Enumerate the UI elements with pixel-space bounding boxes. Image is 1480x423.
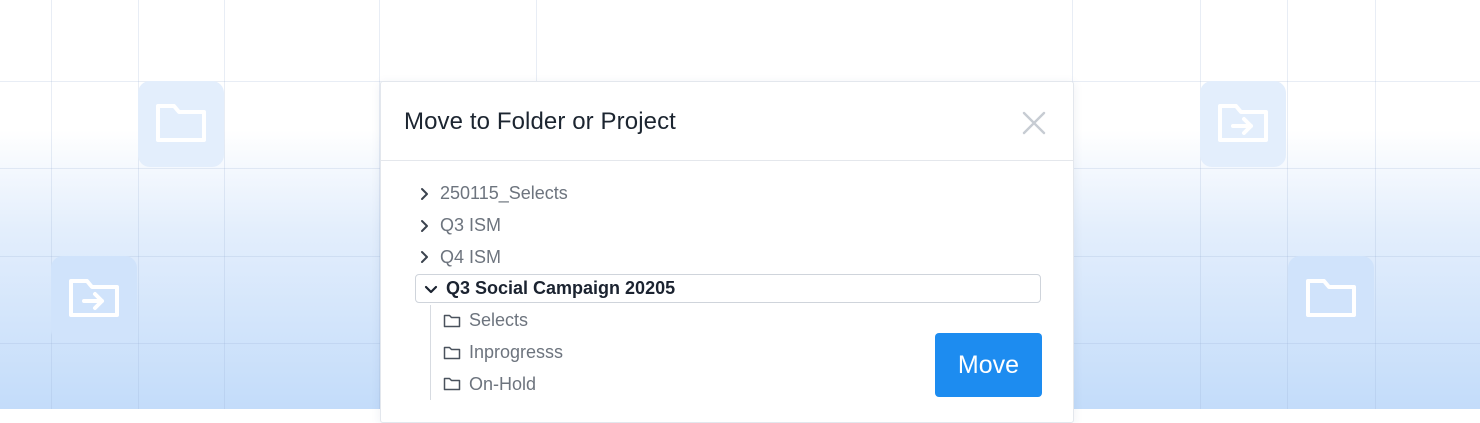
child-folder-item[interactable]: Selects	[443, 305, 1041, 337]
dialog-header: Move to Folder or Project	[381, 82, 1073, 161]
child-folder-label: Selects	[469, 310, 529, 331]
chevron-down-icon[interactable]	[422, 284, 440, 294]
folder-move-icon	[1215, 98, 1271, 151]
decor-folder-tile	[138, 81, 224, 167]
child-folder-label: On-Hold	[469, 373, 537, 394]
folder-icon	[153, 98, 209, 151]
move-dialog: Move to Folder or Project 250115_Selects…	[380, 81, 1074, 423]
tree-item[interactable]: Q3 ISM	[415, 210, 1041, 242]
tree-item-selected[interactable]: Q3 Social Campaign 20205	[415, 274, 1041, 304]
decor-folder-tile	[1288, 256, 1374, 342]
tree-item-label: Q3 Social Campaign 20205	[446, 278, 676, 299]
decor-folder-move-tile	[1200, 81, 1286, 167]
tree-item-label: 250115_Selects	[440, 183, 568, 204]
folder-icon	[443, 345, 461, 361]
folder-icon	[443, 313, 461, 329]
tree-item-label: Q3 ISM	[440, 215, 502, 236]
tree-item[interactable]: Q4 ISM	[415, 241, 1041, 273]
decor-folder-move-tile	[51, 256, 137, 342]
folder-move-icon	[66, 273, 122, 326]
tree-item-label: Q4 ISM	[440, 246, 502, 267]
folder-icon	[443, 376, 461, 392]
dialog-title: Move to Folder or Project	[404, 108, 676, 135]
move-button[interactable]: Move	[935, 333, 1042, 397]
close-icon[interactable]	[1021, 110, 1047, 136]
tree-item[interactable]: 250115_Selects	[415, 178, 1041, 210]
chevron-right-icon[interactable]	[415, 219, 433, 233]
child-folder-label: Inprogresss	[469, 342, 564, 363]
chevron-right-icon[interactable]	[415, 187, 433, 201]
folder-icon	[1303, 273, 1359, 326]
chevron-right-icon[interactable]	[415, 250, 433, 264]
